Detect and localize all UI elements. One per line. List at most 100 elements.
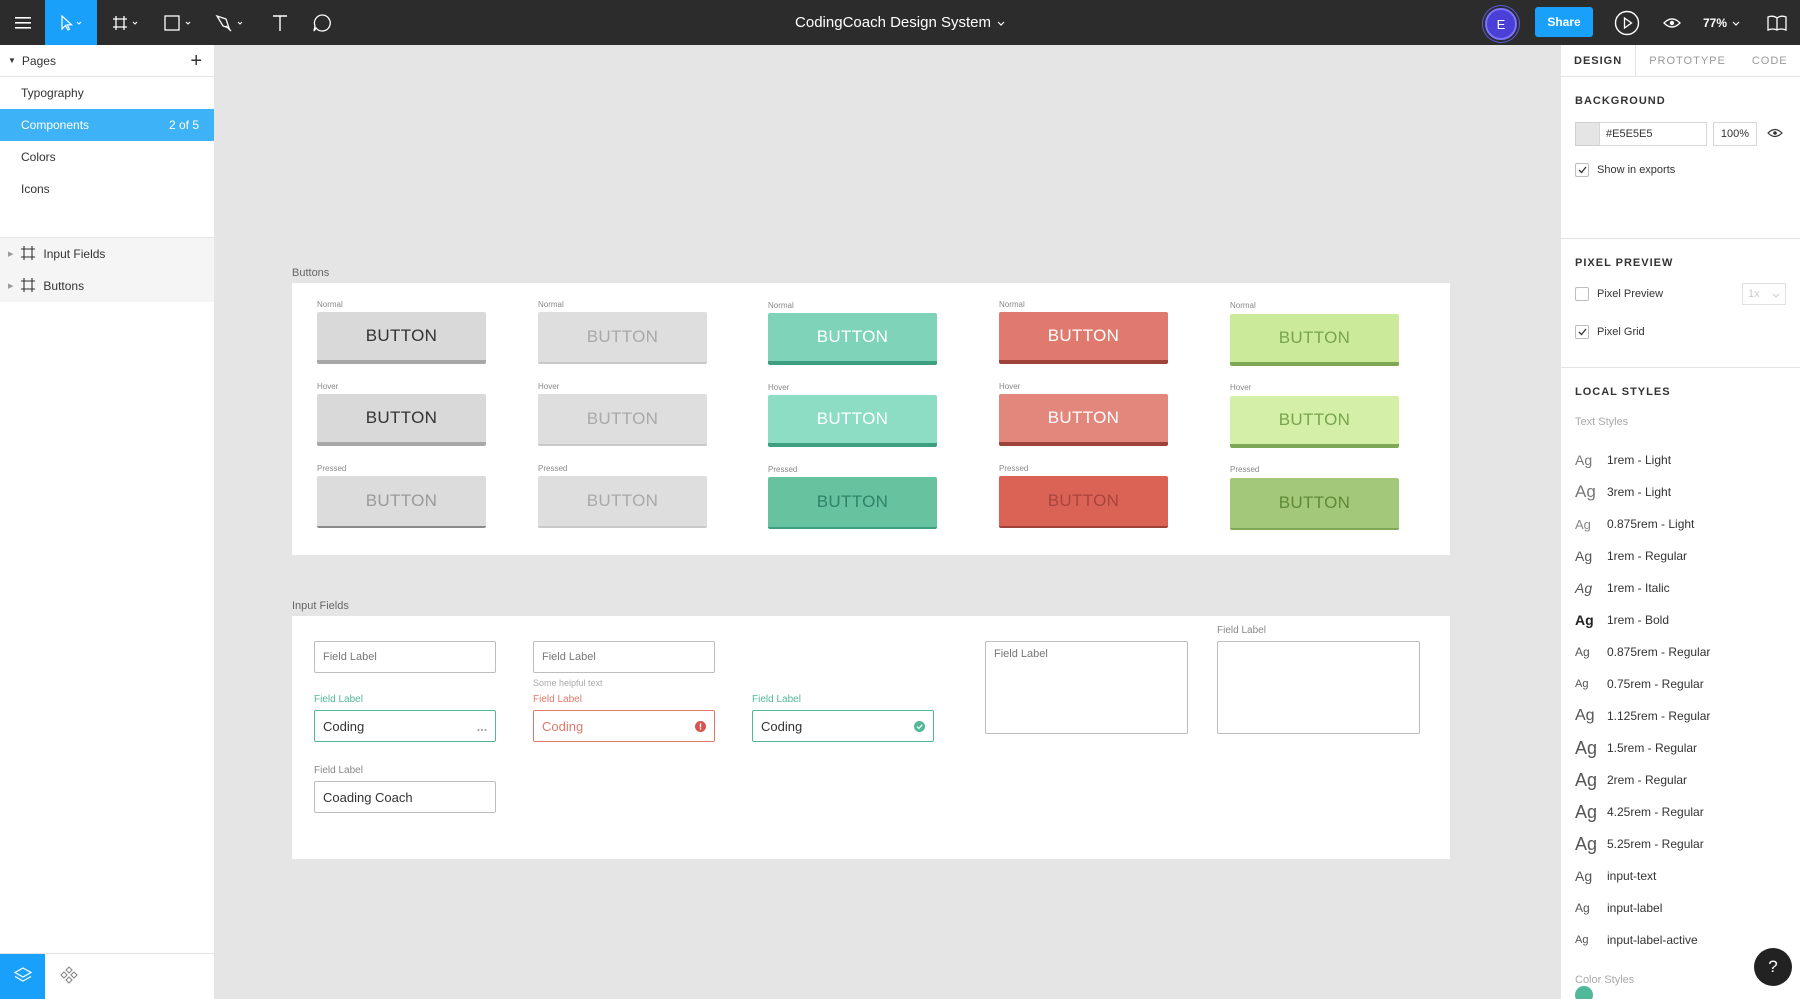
page-item-typography[interactable]: Typography	[0, 77, 214, 109]
text-style-name: 4.25rem - Regular	[1607, 805, 1704, 819]
text-field-success[interactable]: Coding	[752, 710, 934, 742]
comment-tool-button[interactable]	[302, 0, 342, 45]
input-fields-frame[interactable]: Field Label Field Label Some helpful tex…	[292, 616, 1450, 859]
text-style-item[interactable]: Ag 1.5rem - Regular	[1575, 732, 1786, 764]
text-field-filled[interactable]: Coading Coach	[314, 781, 496, 813]
state-label-pressed: Pressed	[768, 465, 798, 474]
background-section: BACKGROUND #E5E5E5 100% Show in exports	[1561, 77, 1800, 239]
pixel-scale-select[interactable]: 1x	[1742, 283, 1786, 305]
helper-text: Some helpful text	[533, 678, 603, 688]
button-teal-hover[interactable]: BUTTON	[768, 395, 937, 447]
tab-design[interactable]: DESIGN	[1561, 45, 1637, 77]
local-styles-section: LOCAL STYLES Text Styles Ag 1rem - Light …	[1561, 368, 1800, 999]
button-lime-pressed[interactable]: BUTTON	[1230, 478, 1399, 530]
pages-header[interactable]: ▼ Pages +	[0, 45, 214, 77]
text-field-with-helper[interactable]: Field Label	[533, 641, 715, 673]
caret-right-icon[interactable]: ▶	[8, 282, 13, 290]
page-item-components[interactable]: Components 2 of 5	[0, 109, 214, 141]
share-button[interactable]: Share	[1535, 7, 1593, 37]
text-style-item[interactable]: Ag 1rem - Italic	[1575, 572, 1786, 604]
text-style-item[interactable]: Ag 1rem - Light	[1575, 444, 1786, 476]
move-tool-button[interactable]	[45, 0, 97, 45]
view-button[interactable]	[1657, 0, 1687, 45]
button-disabled-normal[interactable]: BUTTON	[538, 312, 707, 364]
help-button[interactable]: ?	[1754, 948, 1792, 986]
pixel-scale-value: 1x	[1748, 288, 1760, 300]
document-title[interactable]: CodingCoach Design System	[795, 14, 991, 31]
button-teal-normal[interactable]: BUTTON	[768, 313, 937, 365]
text-style-preview: Ag	[1575, 901, 1590, 915]
text-style-item[interactable]: Ag 1rem - Regular	[1575, 540, 1786, 572]
frame-icon	[21, 277, 36, 295]
text-style-name: 1.5rem - Regular	[1607, 741, 1698, 755]
background-hex-input[interactable]: #E5E5E5	[1599, 122, 1707, 146]
text-style-preview: Ag	[1575, 769, 1598, 790]
add-page-icon[interactable]: +	[190, 49, 202, 73]
button-red-normal[interactable]: BUTTON	[999, 312, 1168, 364]
pixel-grid-checkbox[interactable]	[1575, 325, 1589, 339]
layer-item-buttons[interactable]: ▶ Buttons	[0, 270, 214, 302]
components-tab[interactable]	[46, 954, 91, 999]
text-field-empty[interactable]: Field Label	[314, 641, 496, 673]
text-style-item[interactable]: Ag 1.125rem - Regular	[1575, 700, 1786, 732]
page-item-colors[interactable]: Colors	[0, 141, 214, 173]
tab-code[interactable]: CODE	[1739, 45, 1800, 77]
layer-item-input-fields[interactable]: ▶ Input Fields	[0, 238, 214, 270]
text-style-item[interactable]: Ag 0.875rem - Light	[1575, 508, 1786, 540]
zoom-control[interactable]: 77%	[1703, 0, 1740, 45]
page-item-icons[interactable]: Icons	[0, 173, 214, 205]
rectangle-tool-button[interactable]	[157, 0, 203, 45]
text-style-item[interactable]: Ag 2rem - Regular	[1575, 764, 1786, 796]
button-disabled-hover[interactable]: BUTTON	[538, 394, 707, 446]
button-teal-pressed[interactable]: BUTTON	[768, 477, 937, 529]
text-style-item[interactable]: Ag input-text	[1575, 860, 1786, 892]
pen-tool-button[interactable]	[208, 0, 254, 45]
button-lime-hover[interactable]: BUTTON	[1230, 396, 1399, 448]
menu-button[interactable]	[0, 0, 45, 45]
text-style-item[interactable]: Ag 0.875rem - Regular	[1575, 636, 1786, 668]
button-lime-normal[interactable]: BUTTON	[1230, 314, 1399, 366]
buttons-frame[interactable]: Normal BUTTON Hover BUTTON Pressed BUTTO…	[292, 283, 1450, 555]
properties-tabs: DESIGN PROTOTYPE CODE	[1561, 45, 1800, 77]
chevron-down-icon[interactable]	[997, 14, 1005, 31]
canvas[interactable]: Buttons Normal BUTTON Hover BUTTON Press…	[215, 45, 1560, 999]
state-label-hover: Hover	[1230, 383, 1252, 392]
frame-tool-button[interactable]	[104, 0, 150, 45]
text-style-item[interactable]: Ag input-label	[1575, 892, 1786, 924]
button-red-pressed[interactable]: BUTTON	[999, 476, 1168, 528]
show-in-exports-checkbox[interactable]	[1575, 163, 1589, 177]
buttons-frame-label[interactable]: Buttons	[292, 267, 329, 279]
text-style-item[interactable]: Ag 0.75rem - Regular	[1575, 668, 1786, 700]
button-gray-pressed[interactable]: BUTTON	[317, 476, 486, 528]
tab-prototype[interactable]: PROTOTYPE	[1636, 45, 1739, 77]
button-gray-normal[interactable]: BUTTON	[317, 312, 486, 364]
library-button[interactable]	[1762, 0, 1792, 45]
text-style-item[interactable]: Ag input-label-active	[1575, 924, 1786, 956]
caret-right-icon[interactable]: ▶	[8, 250, 13, 258]
move-icon	[59, 14, 83, 31]
text-style-item[interactable]: Ag 5.25rem - Regular	[1575, 828, 1786, 860]
state-label-normal: Normal	[317, 300, 343, 309]
background-opacity-input[interactable]: 100%	[1713, 122, 1757, 146]
button-disabled-pressed[interactable]: BUTTON	[538, 476, 707, 528]
color-style-swatch[interactable]	[1575, 986, 1593, 999]
text-style-item[interactable]: Ag 1rem - Bold	[1575, 604, 1786, 636]
inputs-frame-label[interactable]: Input Fields	[292, 600, 349, 612]
pixel-preview-checkbox[interactable]	[1575, 287, 1589, 301]
text-field-active[interactable]: Coding	[314, 710, 496, 742]
button-red-hover[interactable]: BUTTON	[999, 394, 1168, 446]
layers-tab[interactable]	[0, 954, 45, 999]
background-swatch[interactable]	[1575, 122, 1599, 146]
text-style-item[interactable]: Ag 4.25rem - Regular	[1575, 796, 1786, 828]
caret-down-icon: ▼	[8, 56, 16, 65]
text-field-error[interactable]: Coding	[533, 710, 715, 742]
avatar[interactable]: E	[1485, 8, 1517, 40]
textarea-labeled[interactable]	[1217, 641, 1420, 734]
text-tool-button[interactable]	[260, 0, 300, 45]
present-button[interactable]	[1612, 0, 1642, 45]
page-item-label: Icons	[21, 182, 50, 196]
textarea-empty[interactable]: Field Label	[985, 641, 1188, 734]
button-gray-hover[interactable]: BUTTON	[317, 394, 486, 446]
eye-icon[interactable]	[1767, 125, 1783, 143]
text-style-item[interactable]: Ag 3rem - Light	[1575, 476, 1786, 508]
